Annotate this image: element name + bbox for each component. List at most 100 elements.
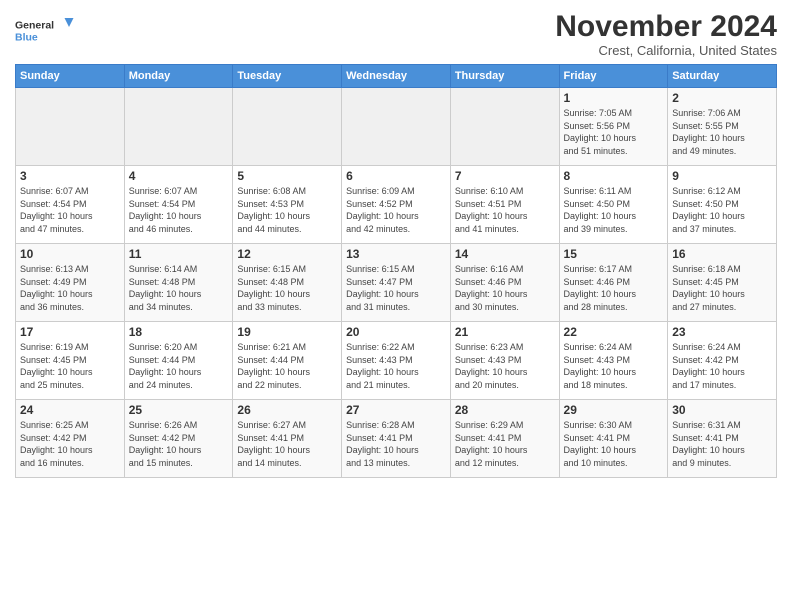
day-info: Sunrise: 6:30 AM Sunset: 4:41 PM Dayligh… xyxy=(564,419,664,469)
day-cell: 3 Sunrise: 6:07 AM Sunset: 4:54 PM Daylig… xyxy=(16,166,125,244)
day-info: Sunrise: 6:31 AM Sunset: 4:41 PM Dayligh… xyxy=(672,419,772,469)
day-info: Sunrise: 6:08 AM Sunset: 4:53 PM Dayligh… xyxy=(237,185,337,235)
day-number: 22 xyxy=(564,325,664,339)
day-cell: 23 Sunrise: 6:24 AM Sunset: 4:42 PM Dayli… xyxy=(668,322,777,400)
day-info: Sunrise: 6:22 AM Sunset: 4:43 PM Dayligh… xyxy=(346,341,446,391)
day-info: Sunrise: 6:19 AM Sunset: 4:45 PM Dayligh… xyxy=(20,341,120,391)
day-cell: 7 Sunrise: 6:10 AM Sunset: 4:51 PM Daylig… xyxy=(450,166,559,244)
day-number: 26 xyxy=(237,403,337,417)
day-cell: 18 Sunrise: 6:20 AM Sunset: 4:44 PM Dayli… xyxy=(124,322,233,400)
day-info: Sunrise: 6:14 AM Sunset: 4:48 PM Dayligh… xyxy=(129,263,229,313)
day-cell: 24 Sunrise: 6:25 AM Sunset: 4:42 PM Dayli… xyxy=(16,400,125,478)
week-row-0: 1Sunrise: 7:05 AM Sunset: 5:56 PM Daylig… xyxy=(16,88,777,166)
day-cell: 4 Sunrise: 6:07 AM Sunset: 4:54 PM Daylig… xyxy=(124,166,233,244)
day-cell xyxy=(342,88,451,166)
day-cell: 8 Sunrise: 6:11 AM Sunset: 4:50 PM Daylig… xyxy=(559,166,668,244)
header-row: General Blue November 2024 Crest, Califo… xyxy=(15,10,777,58)
header-thursday: Thursday xyxy=(450,65,559,88)
day-number: 17 xyxy=(20,325,120,339)
day-cell xyxy=(450,88,559,166)
day-cell: 9Sunrise: 6:12 AM Sunset: 4:50 PM Daylig… xyxy=(668,166,777,244)
day-number: 4 xyxy=(129,169,229,183)
logo-svg: General Blue xyxy=(15,10,75,50)
subtitle: Crest, California, United States xyxy=(555,43,777,58)
day-cell: 5 Sunrise: 6:08 AM Sunset: 4:53 PM Daylig… xyxy=(233,166,342,244)
day-cell: 25Sunrise: 6:26 AM Sunset: 4:42 PM Dayli… xyxy=(124,400,233,478)
day-number: 7 xyxy=(455,169,555,183)
day-info: Sunrise: 6:07 AM Sunset: 4:54 PM Dayligh… xyxy=(129,185,229,235)
day-number: 11 xyxy=(129,247,229,261)
day-info: Sunrise: 6:25 AM Sunset: 4:42 PM Dayligh… xyxy=(20,419,120,469)
day-cell: 15Sunrise: 6:17 AM Sunset: 4:46 PM Dayli… xyxy=(559,244,668,322)
day-cell: 16Sunrise: 6:18 AM Sunset: 4:45 PM Dayli… xyxy=(668,244,777,322)
day-number: 16 xyxy=(672,247,772,261)
day-info: Sunrise: 6:26 AM Sunset: 4:42 PM Dayligh… xyxy=(129,419,229,469)
day-cell: 13Sunrise: 6:15 AM Sunset: 4:47 PM Dayli… xyxy=(342,244,451,322)
page-container: General Blue November 2024 Crest, Califo… xyxy=(0,0,792,486)
day-cell: 11 Sunrise: 6:14 AM Sunset: 4:48 PM Dayli… xyxy=(124,244,233,322)
logo: General Blue xyxy=(15,10,75,50)
day-number: 12 xyxy=(237,247,337,261)
day-number: 1 xyxy=(564,91,664,105)
day-number: 29 xyxy=(564,403,664,417)
day-cell: 21Sunrise: 6:23 AM Sunset: 4:43 PM Dayli… xyxy=(450,322,559,400)
day-number: 13 xyxy=(346,247,446,261)
day-number: 24 xyxy=(20,403,120,417)
day-info: Sunrise: 6:10 AM Sunset: 4:51 PM Dayligh… xyxy=(455,185,555,235)
day-cell: 28 Sunrise: 6:29 AM Sunset: 4:41 PM Dayli… xyxy=(450,400,559,478)
day-info: Sunrise: 6:17 AM Sunset: 4:46 PM Dayligh… xyxy=(564,263,664,313)
day-info: Sunrise: 6:16 AM Sunset: 4:46 PM Dayligh… xyxy=(455,263,555,313)
day-info: Sunrise: 6:11 AM Sunset: 4:50 PM Dayligh… xyxy=(564,185,664,235)
day-cell: 20 Sunrise: 6:22 AM Sunset: 4:43 PM Dayli… xyxy=(342,322,451,400)
header-friday: Friday xyxy=(559,65,668,88)
day-info: Sunrise: 6:20 AM Sunset: 4:44 PM Dayligh… xyxy=(129,341,229,391)
day-info: Sunrise: 6:15 AM Sunset: 4:48 PM Dayligh… xyxy=(237,263,337,313)
day-cell: 27Sunrise: 6:28 AM Sunset: 4:41 PM Dayli… xyxy=(342,400,451,478)
day-cell: 19 Sunrise: 6:21 AM Sunset: 4:44 PM Dayli… xyxy=(233,322,342,400)
day-number: 23 xyxy=(672,325,772,339)
day-info: Sunrise: 6:21 AM Sunset: 4:44 PM Dayligh… xyxy=(237,341,337,391)
day-number: 28 xyxy=(455,403,555,417)
day-cell: 14 Sunrise: 6:16 AM Sunset: 4:46 PM Dayli… xyxy=(450,244,559,322)
calendar-table: SundayMondayTuesdayWednesdayThursdayFrid… xyxy=(15,64,777,478)
header-wednesday: Wednesday xyxy=(342,65,451,88)
day-info: Sunrise: 6:27 AM Sunset: 4:41 PM Dayligh… xyxy=(237,419,337,469)
header-row-days: SundayMondayTuesdayWednesdayThursdayFrid… xyxy=(16,65,777,88)
day-number: 5 xyxy=(237,169,337,183)
day-info: Sunrise: 7:06 AM Sunset: 5:55 PM Dayligh… xyxy=(672,107,772,157)
week-row-3: 17 Sunrise: 6:19 AM Sunset: 4:45 PM Dayli… xyxy=(16,322,777,400)
day-cell: 12 Sunrise: 6:15 AM Sunset: 4:48 PM Dayli… xyxy=(233,244,342,322)
day-number: 14 xyxy=(455,247,555,261)
day-info: Sunrise: 6:13 AM Sunset: 4:49 PM Dayligh… xyxy=(20,263,120,313)
day-cell: 17 Sunrise: 6:19 AM Sunset: 4:45 PM Dayli… xyxy=(16,322,125,400)
day-info: Sunrise: 6:28 AM Sunset: 4:41 PM Dayligh… xyxy=(346,419,446,469)
day-info: Sunrise: 6:29 AM Sunset: 4:41 PM Dayligh… xyxy=(455,419,555,469)
day-info: Sunrise: 6:07 AM Sunset: 4:54 PM Dayligh… xyxy=(20,185,120,235)
title-block: November 2024 Crest, California, United … xyxy=(555,10,777,58)
week-row-1: 3 Sunrise: 6:07 AM Sunset: 4:54 PM Daylig… xyxy=(16,166,777,244)
svg-text:Blue: Blue xyxy=(15,32,38,44)
main-title: November 2024 xyxy=(555,10,777,43)
day-number: 18 xyxy=(129,325,229,339)
day-number: 21 xyxy=(455,325,555,339)
day-number: 8 xyxy=(564,169,664,183)
day-number: 3 xyxy=(20,169,120,183)
day-number: 2 xyxy=(672,91,772,105)
day-number: 19 xyxy=(237,325,337,339)
day-cell: 10 Sunrise: 6:13 AM Sunset: 4:49 PM Dayli… xyxy=(16,244,125,322)
day-cell: 1Sunrise: 7:05 AM Sunset: 5:56 PM Daylig… xyxy=(559,88,668,166)
week-row-4: 24 Sunrise: 6:25 AM Sunset: 4:42 PM Dayli… xyxy=(16,400,777,478)
day-cell xyxy=(124,88,233,166)
day-info: Sunrise: 6:24 AM Sunset: 4:43 PM Dayligh… xyxy=(564,341,664,391)
day-info: Sunrise: 6:24 AM Sunset: 4:42 PM Dayligh… xyxy=(672,341,772,391)
day-cell xyxy=(16,88,125,166)
day-cell: 2 Sunrise: 7:06 AM Sunset: 5:55 PM Daylig… xyxy=(668,88,777,166)
day-info: Sunrise: 6:12 AM Sunset: 4:50 PM Dayligh… xyxy=(672,185,772,235)
day-cell: 29 Sunrise: 6:30 AM Sunset: 4:41 PM Dayli… xyxy=(559,400,668,478)
day-cell: 30Sunrise: 6:31 AM Sunset: 4:41 PM Dayli… xyxy=(668,400,777,478)
day-number: 6 xyxy=(346,169,446,183)
day-cell: 26 Sunrise: 6:27 AM Sunset: 4:41 PM Dayli… xyxy=(233,400,342,478)
day-number: 20 xyxy=(346,325,446,339)
day-cell: 6Sunrise: 6:09 AM Sunset: 4:52 PM Daylig… xyxy=(342,166,451,244)
day-number: 10 xyxy=(20,247,120,261)
